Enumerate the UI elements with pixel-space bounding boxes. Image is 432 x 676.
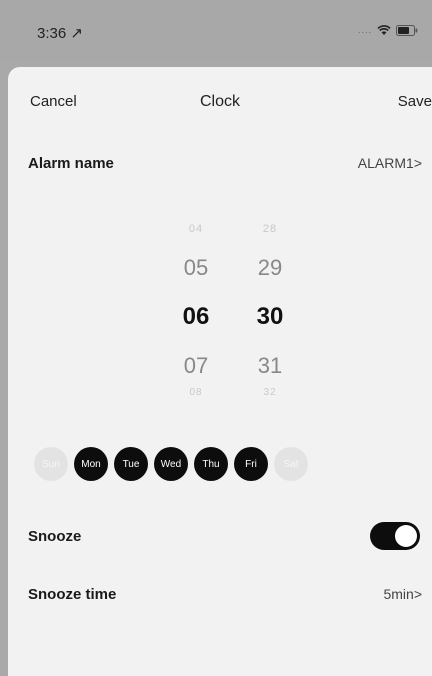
day-toggle-tue[interactable]: Tue bbox=[114, 447, 148, 481]
snooze-row: Snooze bbox=[28, 522, 432, 550]
day-toggle-sun[interactable]: Sun bbox=[34, 447, 68, 481]
signal-indicator: .... bbox=[357, 25, 372, 35]
alarm-name-label: Alarm name bbox=[28, 155, 114, 172]
day-toggle-thu[interactable]: Thu bbox=[194, 447, 228, 481]
day-toggle-wed[interactable]: Wed bbox=[154, 447, 188, 481]
alarm-edit-sheet: Cancel Clock Save Alarm name ALARM1> 04 … bbox=[8, 67, 432, 676]
selected-hour[interactable]: 06 bbox=[166, 303, 226, 331]
wifi-icon bbox=[377, 25, 391, 35]
snooze-label: Snooze bbox=[28, 528, 82, 545]
minute-option[interactable]: 28 bbox=[240, 223, 300, 235]
hour-option[interactable]: 04 bbox=[166, 223, 226, 235]
battery-icon bbox=[396, 24, 418, 36]
repeat-days: Sun Mon Tue Wed Thu Fri Sat bbox=[34, 447, 424, 481]
hour-option[interactable]: 05 bbox=[166, 255, 226, 281]
time-picker[interactable]: 04 05 06 07 08 28 29 30 31 32 bbox=[8, 217, 432, 417]
status-bar: 3:36 ↗ .... bbox=[0, 0, 432, 60]
day-toggle-sat[interactable]: Sat bbox=[274, 447, 308, 481]
snooze-time-row[interactable]: Snooze time 5min> bbox=[28, 586, 432, 603]
hour-option[interactable]: 07 bbox=[166, 353, 226, 379]
page-title: Clock bbox=[199, 93, 240, 110]
minute-option[interactable]: 29 bbox=[240, 255, 300, 281]
day-toggle-mon[interactable]: Mon bbox=[74, 447, 108, 481]
minute-option[interactable]: 32 bbox=[240, 387, 300, 398]
alarm-name-row[interactable]: Alarm name ALARM1> bbox=[28, 155, 432, 172]
snooze-time-value[interactable]: 5min> bbox=[383, 586, 422, 602]
minute-option[interactable]: 31 bbox=[240, 353, 300, 379]
selected-minute[interactable]: 30 bbox=[240, 303, 300, 331]
snooze-toggle[interactable] bbox=[370, 522, 420, 550]
day-toggle-fri[interactable]: Fri bbox=[234, 447, 268, 481]
status-indicators: .... bbox=[358, 24, 418, 36]
snooze-time-label: Snooze time bbox=[28, 586, 117, 603]
hour-option[interactable]: 08 bbox=[166, 387, 226, 398]
status-time: 3:36 ↗ bbox=[37, 25, 83, 42]
alarm-name-value[interactable]: ALARM1> bbox=[358, 155, 422, 171]
save-button[interactable]: Save bbox=[398, 93, 432, 110]
toggle-knob bbox=[395, 525, 417, 547]
